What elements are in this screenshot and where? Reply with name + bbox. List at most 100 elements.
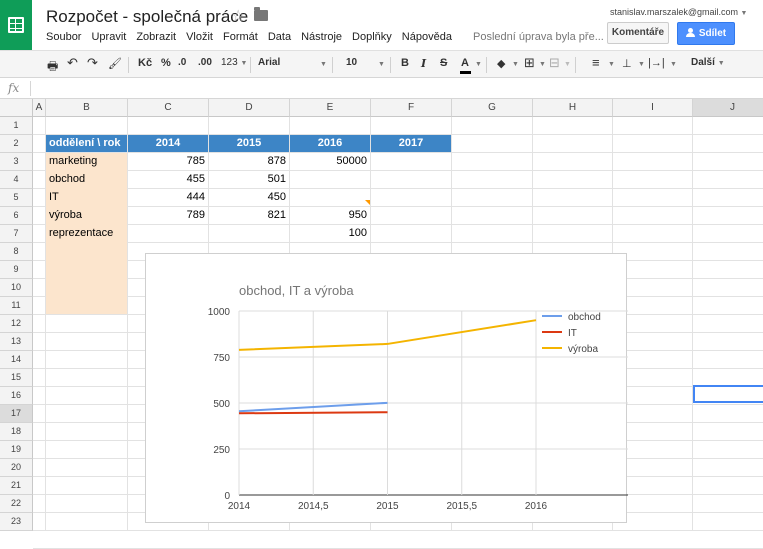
column-header-F[interactable]: F [371,99,452,117]
row-header-7[interactable]: 7 [0,225,33,243]
print-icon[interactable]: 🖶 [47,57,58,78]
row-header-9[interactable]: 9 [0,261,33,279]
paint-format-icon[interactable]: 🖌 [108,57,122,70]
value-cell[interactable]: 878 [209,153,289,170]
menu-soubor[interactable]: Soubor [46,31,86,43]
currency-format-button[interactable]: Kč [138,57,152,69]
font-family-select[interactable]: Arial [258,57,280,68]
folder-icon[interactable] [254,7,268,21]
table-header-year[interactable]: 2016 [290,135,370,152]
table-header-label[interactable]: oddělení \ rok [46,135,127,152]
decrease-decimal-button[interactable]: .0 [178,57,186,68]
table-header-year[interactable]: 2017 [371,135,451,152]
value-cell[interactable] [371,207,451,224]
menu-vlozit[interactable]: Vložit [181,31,218,43]
comments-button[interactable]: Komentáře [607,22,669,44]
row-label-cell[interactable]: reprezentace [46,225,127,242]
value-cell[interactable]: 450 [209,189,289,206]
column-header-D[interactable]: D [209,99,290,117]
menu-zobrazit[interactable]: Zobrazit [131,31,181,43]
menu-nastroje[interactable]: Nástroje [296,31,347,43]
row-header-19[interactable]: 19 [0,441,33,459]
more-formats-button[interactable]: 123 ▼ [221,57,247,68]
value-cell[interactable]: 100 [290,225,370,242]
menu-napoveda[interactable]: Nápověda [397,31,457,43]
value-cell[interactable]: 821 [209,207,289,224]
fill-color-icon[interactable]: ◆ [497,57,505,70]
document-title[interactable]: Rozpočet - společná práce [46,7,248,27]
percent-format-button[interactable]: % [161,57,171,69]
row-header-13[interactable]: 13 [0,333,33,351]
borders-icon[interactable]: ⊞ [524,55,535,71]
row-header-23[interactable]: 23 [0,513,33,531]
italic-button[interactable]: I [421,57,426,70]
row-header-8[interactable]: 8 [0,243,33,261]
row-header-2[interactable]: 2 [0,135,33,153]
row-label-cell[interactable]: výroba [46,207,127,224]
column-header-I[interactable]: I [613,99,693,117]
value-cell[interactable]: 785 [128,153,208,170]
row-header-15[interactable]: 15 [0,369,33,387]
column-header-J[interactable]: J [693,99,763,117]
row-header-16[interactable]: 16 [0,387,33,405]
row-header-10[interactable]: 10 [0,279,33,297]
redo-icon[interactable]: ↷ [87,55,98,71]
value-cell[interactable]: 50000 [290,153,370,170]
value-cell[interactable] [371,153,451,170]
row-header-22[interactable]: 22 [0,495,33,513]
embedded-chart[interactable]: obchod, IT a výroba 0 250 500 750 1000 2014 20… [145,253,628,523]
more-button[interactable]: Další ▼ [691,57,725,68]
column-header-C[interactable]: C [128,99,209,117]
last-edit-link[interactable]: Poslední úprava byla pře... [473,31,604,43]
merge-cells-icon[interactable]: ⊟ [549,55,560,71]
row-header-1[interactable]: 1 [0,117,33,135]
share-button[interactable]: Sdílet [677,22,735,45]
account-menu[interactable]: stanislav.marszalek@gmail.com ▼ [610,7,747,17]
text-wrapping-icon[interactable]: |→| [648,57,665,69]
column-header-G[interactable]: G [452,99,533,117]
formula-input[interactable] [34,80,754,96]
row-header-14[interactable]: 14 [0,351,33,369]
row-header-18[interactable]: 18 [0,423,33,441]
value-cell[interactable]: 789 [128,207,208,224]
select-all-corner[interactable] [0,99,33,117]
value-cell[interactable]: 455 [128,171,208,188]
table-header-year[interactable]: 2015 [209,135,289,152]
horizontal-align-icon[interactable]: ≡ [592,55,600,70]
value-cell[interactable] [290,171,370,188]
row-header-17[interactable]: 17 [0,405,33,423]
value-cell[interactable] [371,225,451,242]
row-header-20[interactable]: 20 [0,459,33,477]
row-label-cell[interactable]: IT [46,189,127,206]
value-cell[interactable] [371,189,451,206]
value-cell[interactable]: 444 [128,189,208,206]
vertical-align-icon[interactable]: ⊥ [622,57,632,70]
text-color-button[interactable]: A [461,57,469,69]
column-header-H[interactable]: H [533,99,613,117]
table-header-year[interactable]: 2014 [128,135,208,152]
value-cell[interactable] [371,171,451,188]
menu-data[interactable]: Data [263,31,296,43]
column-header-A[interactable]: A [33,99,46,117]
value-cell[interactable]: 501 [209,171,289,188]
strikethrough-button[interactable]: S [440,57,447,69]
menu-format[interactable]: Formát [218,31,263,43]
row-header-12[interactable]: 12 [0,315,33,333]
undo-icon[interactable]: ↶ [67,55,78,71]
column-header-B[interactable]: B [46,99,128,117]
row-label-cell[interactable]: obchod [46,171,127,188]
row-header-21[interactable]: 21 [0,477,33,495]
star-icon[interactable]: ☆ [231,6,245,26]
row-label-cell[interactable]: marketing [46,153,127,170]
selected-cell-J17[interactable] [693,385,763,403]
menu-upravit[interactable]: Upravit [86,31,131,43]
sheets-logo-icon[interactable] [0,0,32,50]
value-cell[interactable] [128,225,208,242]
row-header-5[interactable]: 5 [0,189,33,207]
font-size-select[interactable]: 10 [346,57,357,68]
value-cell[interactable]: 950 [290,207,370,224]
row-header-4[interactable]: 4 [0,171,33,189]
bold-button[interactable]: B [401,57,409,69]
row-header-3[interactable]: 3 [0,153,33,171]
value-cell[interactable] [209,225,289,242]
